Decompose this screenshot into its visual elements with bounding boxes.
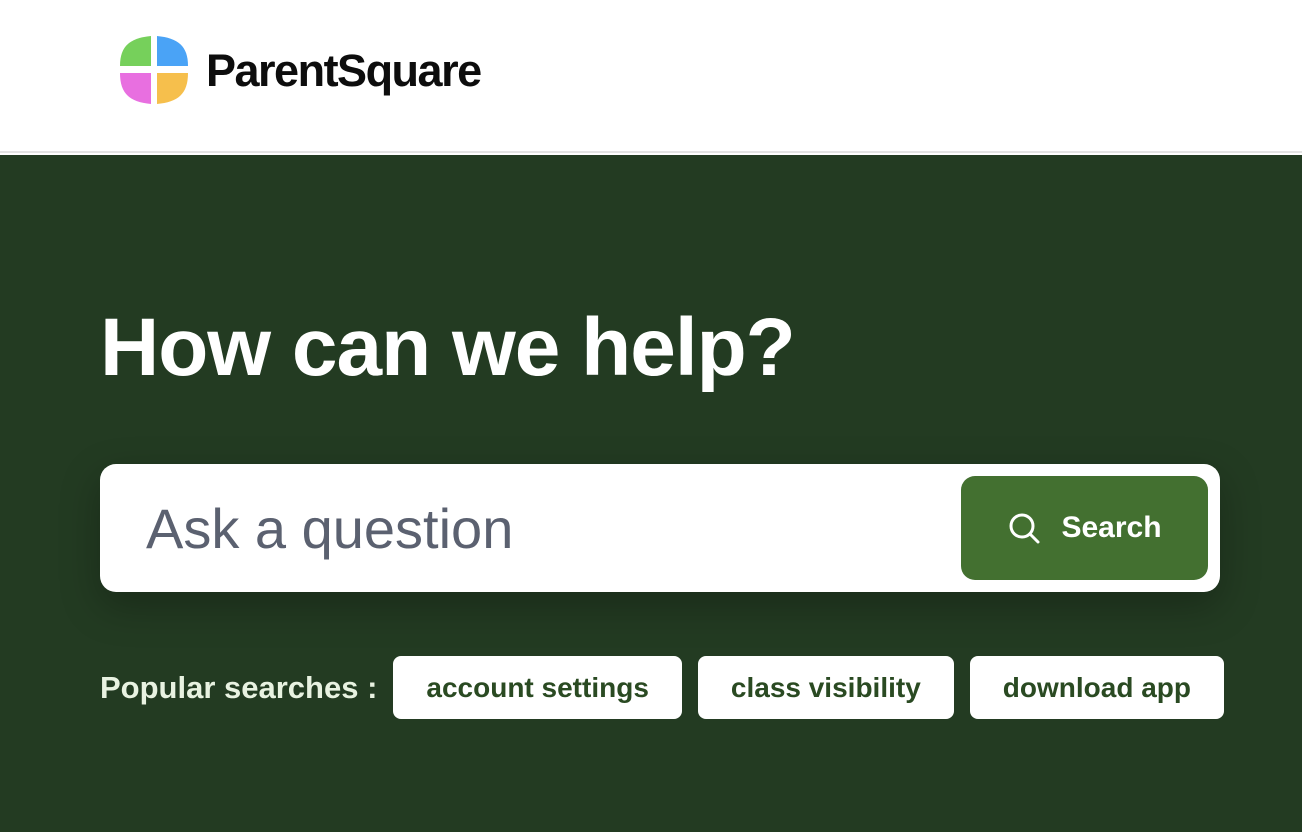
home-logo-link[interactable]: ParentSquare xyxy=(120,36,482,104)
brand-name: ParentSquare xyxy=(206,44,482,96)
popular-searches: Popular searches : account settings clas… xyxy=(100,656,1240,719)
popular-search-account-settings[interactable]: account settings xyxy=(393,656,682,719)
popular-searches-label: Popular searches : xyxy=(100,669,378,705)
search-button[interactable]: Search xyxy=(961,476,1208,580)
chip-label: class visibility xyxy=(730,671,921,703)
hero-title: How can we help? xyxy=(100,302,796,393)
popular-search-class-visibility[interactable]: class visibility xyxy=(697,656,954,719)
chip-label: download app xyxy=(1002,671,1191,703)
site-header: ParentSquare xyxy=(0,0,1302,153)
hero-section: How can we help? Search Popular searches… xyxy=(0,155,1302,832)
search-button-label: Search xyxy=(1061,511,1162,544)
search-box: Search xyxy=(100,464,1220,592)
chip-label: account settings xyxy=(426,671,649,703)
search-input[interactable] xyxy=(146,486,936,570)
popular-search-download-app[interactable]: download app xyxy=(969,656,1224,719)
search-icon xyxy=(1009,513,1040,544)
parentsquare-logo-icon xyxy=(120,36,188,104)
